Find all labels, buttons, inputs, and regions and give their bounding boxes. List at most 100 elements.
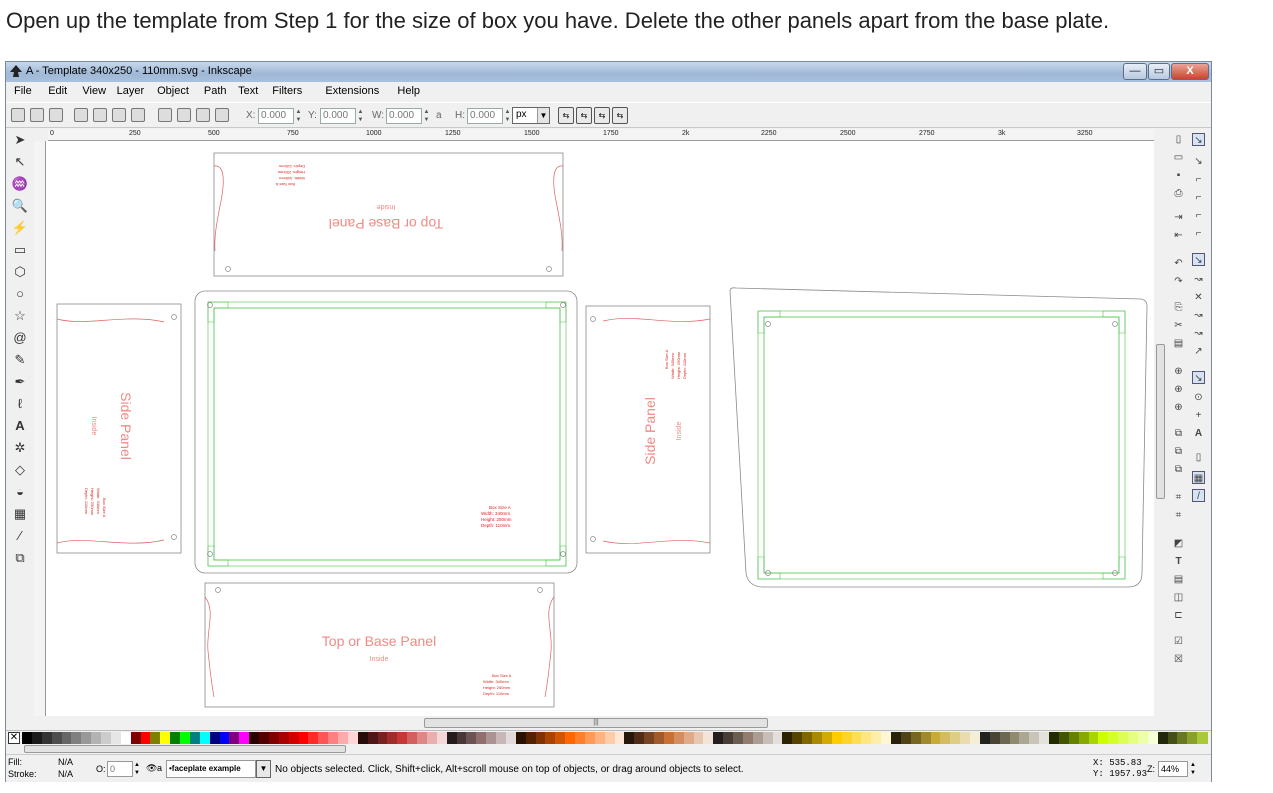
color-swatch[interactable]	[1157, 732, 1168, 744]
preferences-icon[interactable]: ☑	[1172, 635, 1185, 648]
h-spinner[interactable]: ▲ ▼	[504, 108, 511, 124]
color-swatch[interactable]	[663, 732, 675, 744]
duplicate-icon[interactable]: ⧉	[1172, 427, 1185, 440]
drawing-canvas[interactable]: Top or Base Panel Inside Box Size A Widt…	[46, 141, 1154, 716]
rectangle-tool-icon[interactable]: ▭	[11, 241, 29, 259]
flip-vertical-icon[interactable]	[131, 108, 145, 122]
menu-edit[interactable]: Edit	[48, 85, 67, 97]
snap-bbox-center-icon[interactable]: ⌐	[1192, 227, 1205, 240]
color-swatch[interactable]	[723, 732, 734, 744]
color-swatch[interactable]	[91, 732, 102, 744]
color-swatch[interactable]	[1197, 732, 1208, 744]
color-swatch[interactable]	[920, 732, 931, 744]
menu-text[interactable]: Text	[238, 85, 258, 97]
color-swatch[interactable]	[41, 732, 53, 744]
color-swatch[interactable]	[762, 732, 773, 744]
color-swatch[interactable]	[130, 732, 141, 744]
snap-guide-icon[interactable]: /	[1192, 489, 1205, 502]
color-swatch[interactable]	[683, 732, 694, 744]
redo-icon[interactable]: ↷	[1172, 275, 1185, 288]
open-icon[interactable]: ▭	[1172, 151, 1185, 164]
color-swatch[interactable]	[219, 732, 230, 744]
move-gradients-toggle[interactable]: ⇆	[594, 107, 610, 124]
faceplate-example[interactable]	[729, 287, 1148, 588]
color-swatch[interactable]	[535, 732, 546, 744]
color-swatch[interactable]	[328, 732, 339, 744]
maximize-button[interactable]: ▭	[1148, 63, 1170, 80]
color-swatch[interactable]	[407, 732, 418, 744]
color-swatch[interactable]	[1049, 732, 1060, 744]
export-icon[interactable]: ⇤	[1172, 229, 1185, 242]
color-swatch[interactable]	[387, 732, 398, 744]
close-button[interactable]: X	[1171, 63, 1209, 80]
color-swatch[interactable]	[950, 732, 961, 744]
paint-bucket-tool-icon[interactable]: ◒	[11, 483, 29, 501]
color-swatch[interactable]	[525, 732, 536, 744]
color-swatch[interactable]	[31, 732, 43, 744]
color-swatch[interactable]	[565, 732, 576, 744]
color-swatch[interactable]	[1078, 732, 1089, 744]
minimize-button[interactable]: —	[1123, 63, 1147, 80]
color-swatch[interactable]	[101, 732, 112, 744]
h-field[interactable]: 0.000	[467, 108, 503, 124]
color-swatch[interactable]	[51, 732, 62, 744]
color-swatch[interactable]	[1137, 732, 1149, 744]
color-swatch[interactable]	[1177, 732, 1188, 744]
tweak-tool-icon[interactable]: ♒	[11, 175, 29, 193]
snap-bbox-icon[interactable]: ↘	[1192, 155, 1205, 168]
zoom-page-icon[interactable]: ⊕	[1172, 401, 1185, 414]
lock-layer-icon[interactable]: a	[157, 763, 162, 773]
color-swatch[interactable]	[417, 732, 428, 744]
color-swatch[interactable]	[476, 732, 487, 744]
color-swatch[interactable]	[575, 732, 586, 744]
color-swatch[interactable]	[1058, 732, 1070, 744]
color-swatch[interactable]	[900, 732, 912, 744]
import-icon[interactable]: ⇥	[1172, 211, 1185, 224]
color-swatch[interactable]	[1128, 732, 1139, 744]
color-swatch[interactable]	[871, 732, 882, 744]
y-field[interactable]: 0.000	[320, 108, 356, 124]
eye-icon[interactable]: 👁	[146, 763, 157, 774]
spiral-tool-icon[interactable]: @	[11, 329, 29, 347]
color-swatch[interactable]	[970, 732, 981, 744]
color-swatch[interactable]	[703, 732, 714, 744]
layers-icon[interactable]: ▤	[1172, 573, 1185, 586]
flip-horizontal-icon[interactable]	[112, 108, 126, 122]
xml-editor-icon[interactable]: ◫	[1172, 591, 1185, 604]
color-swatch[interactable]	[189, 732, 201, 744]
color-swatch[interactable]	[851, 732, 862, 744]
chevron-down-icon[interactable]: ▼	[256, 760, 271, 778]
zoom-tool-icon[interactable]: 🔍	[11, 197, 29, 215]
color-swatch[interactable]	[1118, 732, 1129, 744]
clone-icon[interactable]: ⧉	[1172, 445, 1185, 458]
snap-cusp-icon[interactable]: ↝	[1192, 309, 1205, 322]
color-swatch[interactable]	[555, 732, 566, 744]
fill-value[interactable]: N/A	[58, 757, 73, 767]
menu-view[interactable]: View	[82, 85, 106, 97]
center-base-panel[interactable]: Box Size A Width: 340mm Height: 250mm De…	[194, 290, 578, 574]
color-swatch[interactable]	[1029, 732, 1040, 744]
select-all-icon[interactable]	[11, 108, 25, 122]
new-document-icon[interactable]: ▯	[1172, 133, 1185, 146]
color-swatch[interactable]	[357, 732, 369, 744]
color-swatch[interactable]	[426, 732, 438, 744]
color-swatch[interactable]	[367, 732, 378, 744]
color-swatch[interactable]	[733, 732, 744, 744]
color-swatch[interactable]	[446, 732, 457, 744]
select-all-layers-icon[interactable]	[30, 108, 44, 122]
raise-icon[interactable]	[177, 108, 191, 122]
color-swatch[interactable]	[278, 732, 290, 744]
color-swatch[interactable]	[634, 732, 645, 744]
undo-icon[interactable]: ↶	[1172, 257, 1185, 270]
color-swatch[interactable]	[318, 732, 329, 744]
vertical-ruler[interactable]	[34, 141, 46, 716]
menu-help[interactable]: Help	[397, 85, 420, 97]
snap-grid-icon[interactable]: ▦	[1192, 471, 1205, 484]
color-swatch[interactable]	[624, 732, 635, 744]
color-swatch[interactable]	[881, 732, 892, 744]
color-swatch[interactable]	[1167, 732, 1178, 744]
palette-scrollbar[interactable]	[6, 744, 1211, 754]
stroke-value[interactable]: N/A	[58, 769, 73, 779]
snap-page-border-icon[interactable]: ▯	[1192, 451, 1205, 464]
connector-tool-icon[interactable]: ⧉	[11, 549, 29, 567]
